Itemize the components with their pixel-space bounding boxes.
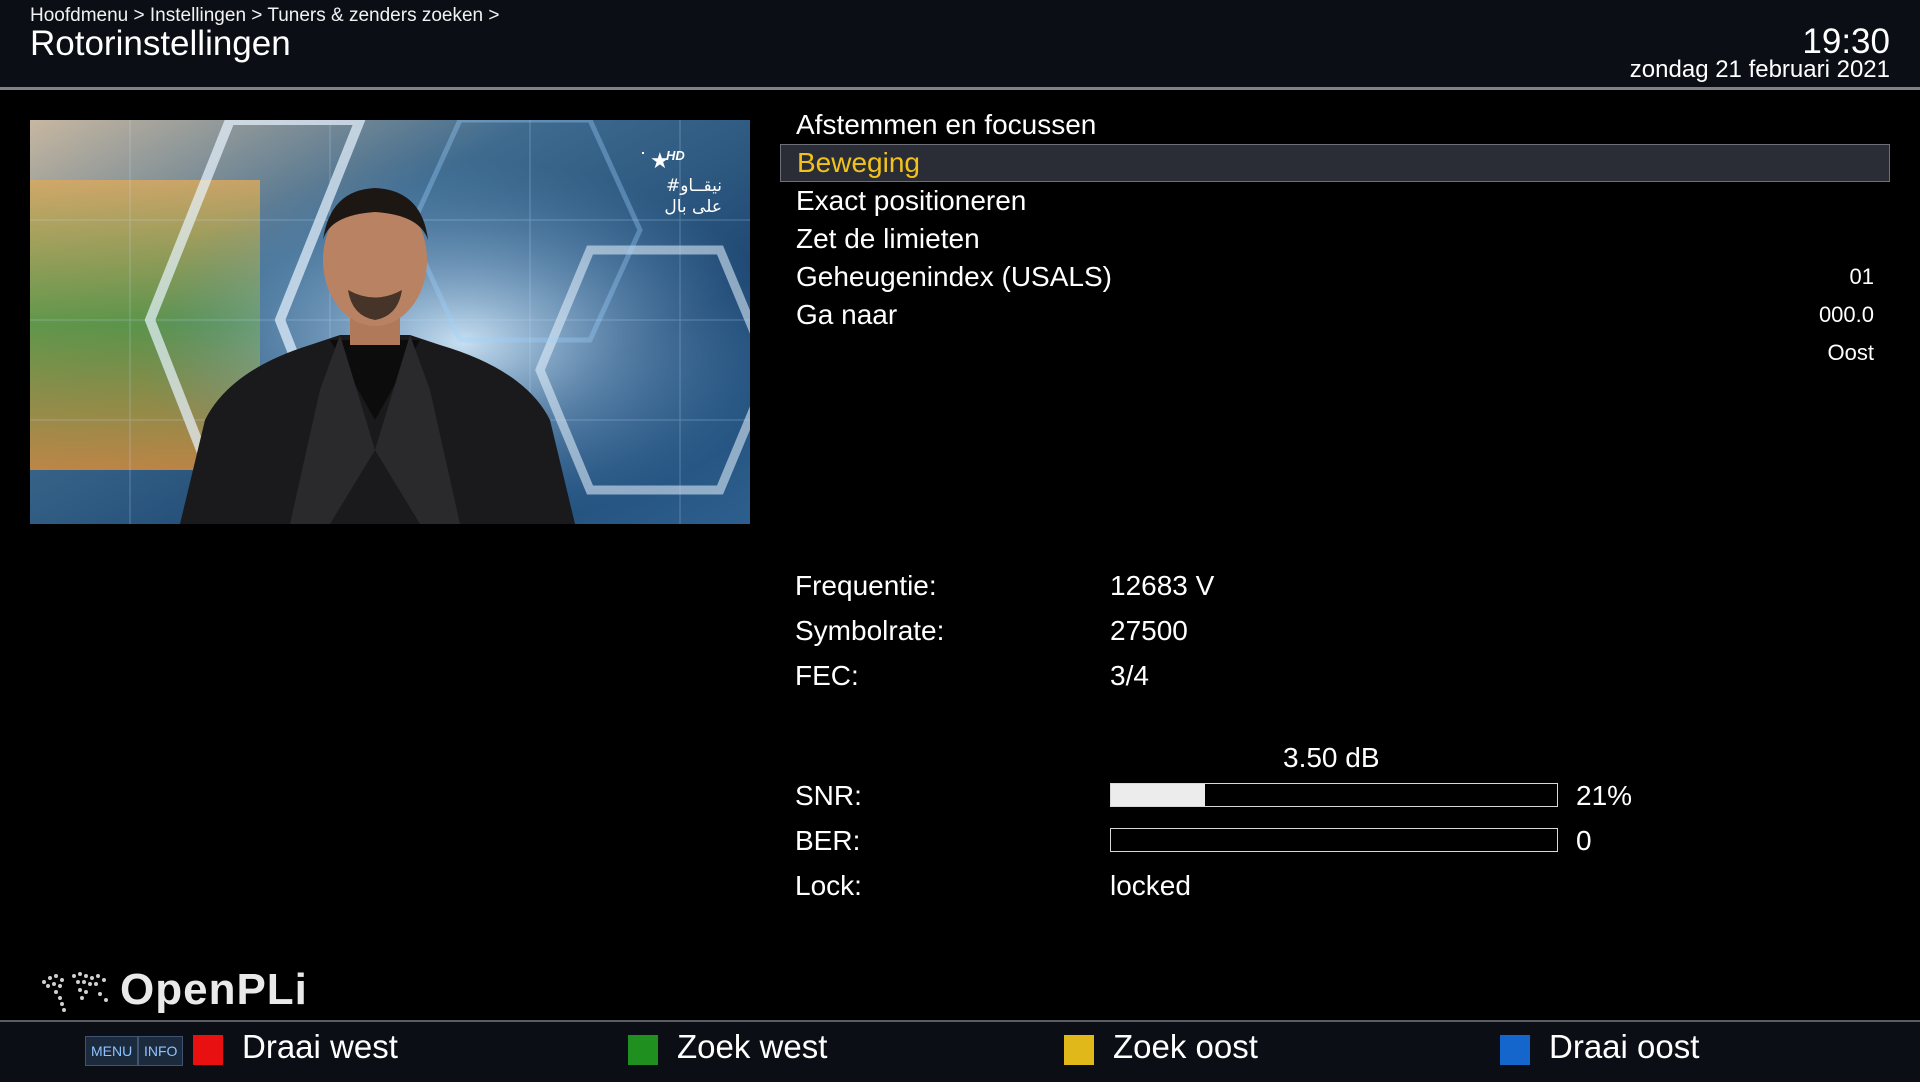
ber-label: BER: [795,825,861,856]
menu-item-geheugenindex[interactable]: Geheugenindex (USALS) 01 [780,258,1890,296]
menu-item-label: Beweging [797,147,920,178]
snr-percent: 21% [1576,780,1633,811]
blue-key-label[interactable]: Draai oost [1549,1028,1699,1066]
blue-key-icon[interactable] [1500,1035,1530,1065]
snr-db-value: 3.50 dB [1283,742,1380,773]
yellow-key-icon[interactable] [1064,1035,1094,1065]
menu-item-label: Afstemmen en focussen [796,109,1097,140]
tv-preview: ★ HD #نيقــاو على بال [30,120,750,524]
menu-item-exact-positioneren[interactable]: Exact positioneren [780,182,1890,220]
snr-bar-fill [1111,784,1205,806]
yellow-key-label[interactable]: Zoek oost [1113,1028,1258,1066]
channel-logo: #نيقــاو على بال [612,176,722,218]
frequency-value: 12683 V [1110,570,1215,601]
menu-key-button[interactable]: MENU [85,1036,139,1066]
info-key-button[interactable]: INFO [138,1036,184,1066]
menu-item-value: 01 [1849,264,1874,289]
menu-item-label: Ga naar [796,299,898,330]
menu-item-ga-naar[interactable]: Ga naar 000.0 [780,296,1890,334]
symbolrate-label: Symbolrate: [795,615,945,646]
fec-value: 3/4 [1110,660,1149,691]
snr-bar [1110,783,1558,807]
rotor-menu-list: Afstemmen en focussen Beweging Exact pos… [780,106,1890,372]
lock-label: Lock: [795,870,862,901]
date: zondag 21 februari 2021 [1629,56,1890,83]
menu-item-label: Zet de limieten [796,223,980,254]
openpli-logo-text: OpenPLi [120,965,308,1014]
symbolrate-value: 27500 [1110,615,1188,646]
menu-item-direction[interactable]: Oost [780,334,1890,372]
channel-logo-line-2: على بال [664,197,722,217]
channel-logo-line-1: #نيقــاو [665,176,722,196]
menu-item-value: Oost [1827,340,1874,365]
menu-item-zet-limieten[interactable]: Zet de limieten [780,220,1890,258]
world-map-dots-icon [42,972,108,1012]
menu-item-beweging[interactable]: Beweging [780,144,1890,182]
lock-value: locked [1110,870,1191,901]
menu-item-value: 000.0 [1818,302,1874,327]
frequency-label: Frequentie: [795,570,937,601]
menu-item-label: Geheugenindex (USALS) [796,261,1112,292]
menu-item-label: Exact positioneren [796,185,1027,216]
green-key-icon[interactable] [628,1035,658,1065]
ber-bar [1110,828,1558,852]
snr-label: SNR: [795,780,862,811]
red-key-icon[interactable] [193,1035,223,1065]
channel-badge: HD [666,148,685,163]
red-key-label[interactable]: Draai west [242,1028,398,1066]
header-bar: Hoofdmenu > Instellingen > Tuners & zend… [0,0,1920,90]
menu-item-afstemmen[interactable]: Afstemmen en focussen [780,106,1890,144]
fec-label: FEC: [795,660,859,691]
ber-value: 0 [1576,825,1592,856]
page-title: Rotorinstellingen [30,24,291,63]
green-key-label[interactable]: Zoek west [677,1028,827,1066]
